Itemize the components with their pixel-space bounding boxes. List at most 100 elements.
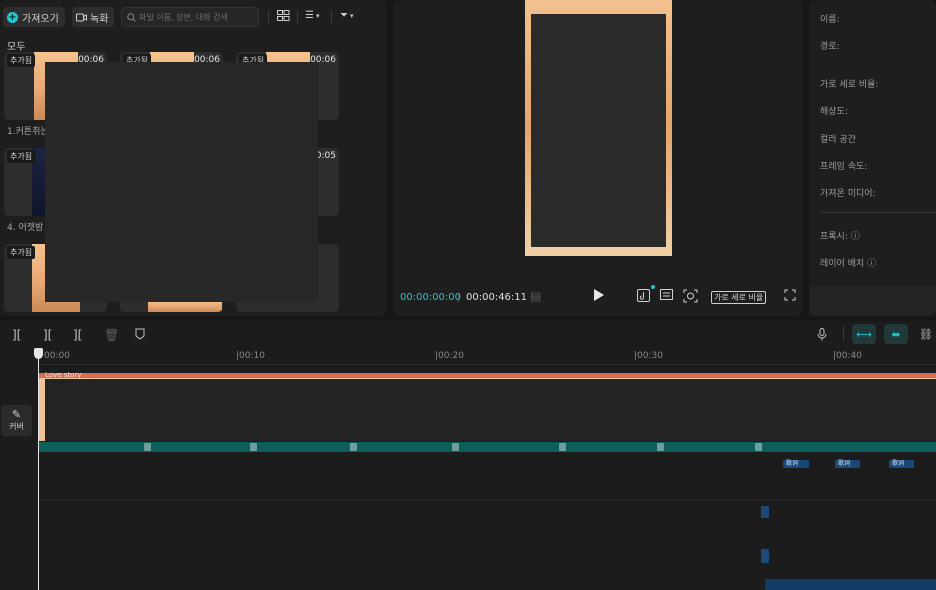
prop-divider — [820, 212, 936, 213]
prop-framerate-label: 프레임 속도: — [820, 162, 868, 172]
keyframe-marker[interactable] — [755, 443, 762, 451]
trim-left-button[interactable]: ][ — [43, 328, 52, 342]
overlay-block — [45, 62, 318, 302]
ruler-label: |00:20 — [435, 351, 464, 361]
prop-path-label: 경로: — [820, 42, 840, 52]
marker-button[interactable] — [135, 328, 145, 343]
media-search-input[interactable] — [139, 12, 257, 22]
cover-label: 커버 — [9, 422, 24, 431]
audio-waveform[interactable] — [765, 579, 936, 590]
fullscreen-button[interactable] — [784, 289, 796, 304]
sort-button[interactable]: ☰ ▾ — [305, 10, 319, 21]
keyframe-marker[interactable] — [350, 443, 357, 451]
sfx-clip[interactable] — [761, 549, 769, 563]
ruler-label: |00:10 — [236, 351, 265, 361]
tiktok-button[interactable] — [637, 289, 650, 305]
added-badge: 추가됨 — [7, 54, 36, 67]
sfx-clip[interactable] — [761, 506, 769, 518]
sort-icon: ☰ — [305, 10, 314, 21]
fullscreen-icon — [784, 289, 796, 301]
track-title-bar — [38, 373, 936, 378]
keyframe-marker[interactable] — [144, 443, 151, 451]
mic-icon — [817, 328, 827, 341]
media-search[interactable] — [121, 7, 259, 27]
notification-dot — [651, 285, 655, 289]
playhead-handle[interactable] — [34, 348, 43, 359]
chevron-down-icon: ▾ — [350, 11, 354, 20]
split-button[interactable]: ][ — [12, 328, 21, 342]
prop-resolution-label: 해상도: — [820, 107, 848, 117]
prop-name-label: 이름: — [820, 15, 840, 25]
trash-icon: 🗑 — [104, 328, 120, 342]
layer-label: 레이어 배치 ⓘ — [820, 259, 877, 269]
toolbar-divider — [331, 10, 332, 24]
props-footer — [809, 286, 936, 316]
preview-panel: 00:00:00:00 | 00:00:46:11 ▤ 가로 세로 비율 — [393, 0, 803, 316]
timeline-ruler[interactable]: 00:00 |00:10 |00:20 |00:30 |00:40 — [38, 349, 936, 365]
prop-imported-label: 가져온 미디어: — [820, 189, 876, 199]
magnet-link-button[interactable]: ⟷ — [852, 324, 876, 344]
prop-colorspace-label: 컬러 공간 — [820, 135, 856, 145]
mic-button[interactable] — [817, 328, 827, 344]
pencil-icon: ✎ — [11, 408, 22, 421]
cover-button[interactable]: ✎ 커버 — [1, 405, 32, 436]
chain-icon: ⛓ — [919, 327, 933, 341]
subtitle-icon — [660, 289, 673, 300]
keyframe-marker[interactable] — [452, 443, 459, 451]
media-caption: 4. 어젯밤 — [7, 223, 44, 233]
lyric-clip[interactable]: 歌词 — [835, 460, 860, 468]
keyframe-marker[interactable] — [559, 443, 566, 451]
plus-icon: + — [7, 11, 18, 23]
keyframe-marker[interactable] — [657, 443, 664, 451]
record-button[interactable]: 녹화 — [72, 7, 114, 27]
import-label: 가져오기 — [22, 13, 59, 25]
trim-right-button[interactable]: ][ — [73, 328, 82, 342]
play-button[interactable] — [594, 289, 604, 304]
record-label: 녹화 — [90, 13, 109, 25]
preview-video[interactable] — [525, 0, 672, 256]
playhead-line — [38, 348, 39, 590]
toolbar-divider — [297, 10, 298, 24]
view-toggle-button[interactable] — [277, 10, 290, 21]
ruler-label: 00:00 — [44, 351, 70, 361]
current-timecode: 00:00:00:00 — [400, 292, 462, 303]
timeline-panel: ][ ][ ][ 🗑 ⟷ ⬌ ⛓ 00:00 |00:10 |00:20 |00… — [0, 321, 936, 590]
import-button[interactable]: + 가져오기 — [3, 7, 65, 27]
subtitle-button[interactable] — [660, 289, 673, 303]
axis-icon: ⬌ — [891, 327, 901, 341]
play-icon — [594, 289, 604, 301]
link-icon: ⟷ — [856, 327, 872, 341]
proxy-label: 프록시: ⓘ — [820, 232, 860, 242]
added-badge: 추가됨 — [7, 246, 36, 259]
chain-button[interactable]: ⛓ — [914, 324, 936, 344]
section-label-all: 모두 — [7, 42, 26, 53]
ruler-label: |00:40 — [833, 351, 862, 361]
camera-icon — [76, 13, 87, 21]
help-icon[interactable]: ⓘ — [867, 259, 876, 269]
media-caption: 1.커튼취는 — [7, 127, 49, 137]
search-icon — [127, 12, 136, 22]
split-icon: ][ — [12, 328, 22, 342]
ruler-label: |00:30 — [634, 351, 663, 361]
added-badge: 추가됨 — [7, 150, 36, 163]
video-clip[interactable] — [45, 379, 936, 441]
filter-icon: ⏷ — [340, 10, 348, 21]
grid-icon — [277, 10, 290, 21]
help-icon[interactable]: ⓘ — [851, 232, 860, 242]
filter-button[interactable]: ⏷ ▾ — [340, 10, 354, 21]
main-video-track[interactable]: Love story — [38, 371, 936, 441]
audio-track[interactable] — [38, 442, 936, 452]
track-divider — [38, 499, 936, 500]
aspect-ratio-button[interactable]: 가로 세로 비율 — [711, 291, 767, 304]
lyric-clip[interactable]: 歌词 — [783, 460, 809, 468]
total-timecode: 00:00:46:11 — [466, 292, 528, 303]
preview-axis-button[interactable]: ⬌ — [884, 324, 908, 344]
lyric-clip[interactable]: 歌词 — [889, 460, 914, 468]
delete-button[interactable]: 🗑 — [104, 328, 119, 342]
track-title: Love story — [45, 371, 82, 379]
media-panel: + 가져오기 녹화 ☰▾ ⏷▾ 모두 추가됨 00:06 1.커튼취는 추가됨 … — [0, 0, 387, 316]
waveform-icon[interactable]: ▤ — [530, 289, 541, 303]
zoom-button[interactable] — [683, 289, 698, 306]
keyframe-marker[interactable] — [250, 443, 257, 451]
properties-panel: 이름: 경로: 가로 세로 비율: 해상도: 컬러 공간 프레임 속도: 가져온… — [809, 0, 936, 316]
